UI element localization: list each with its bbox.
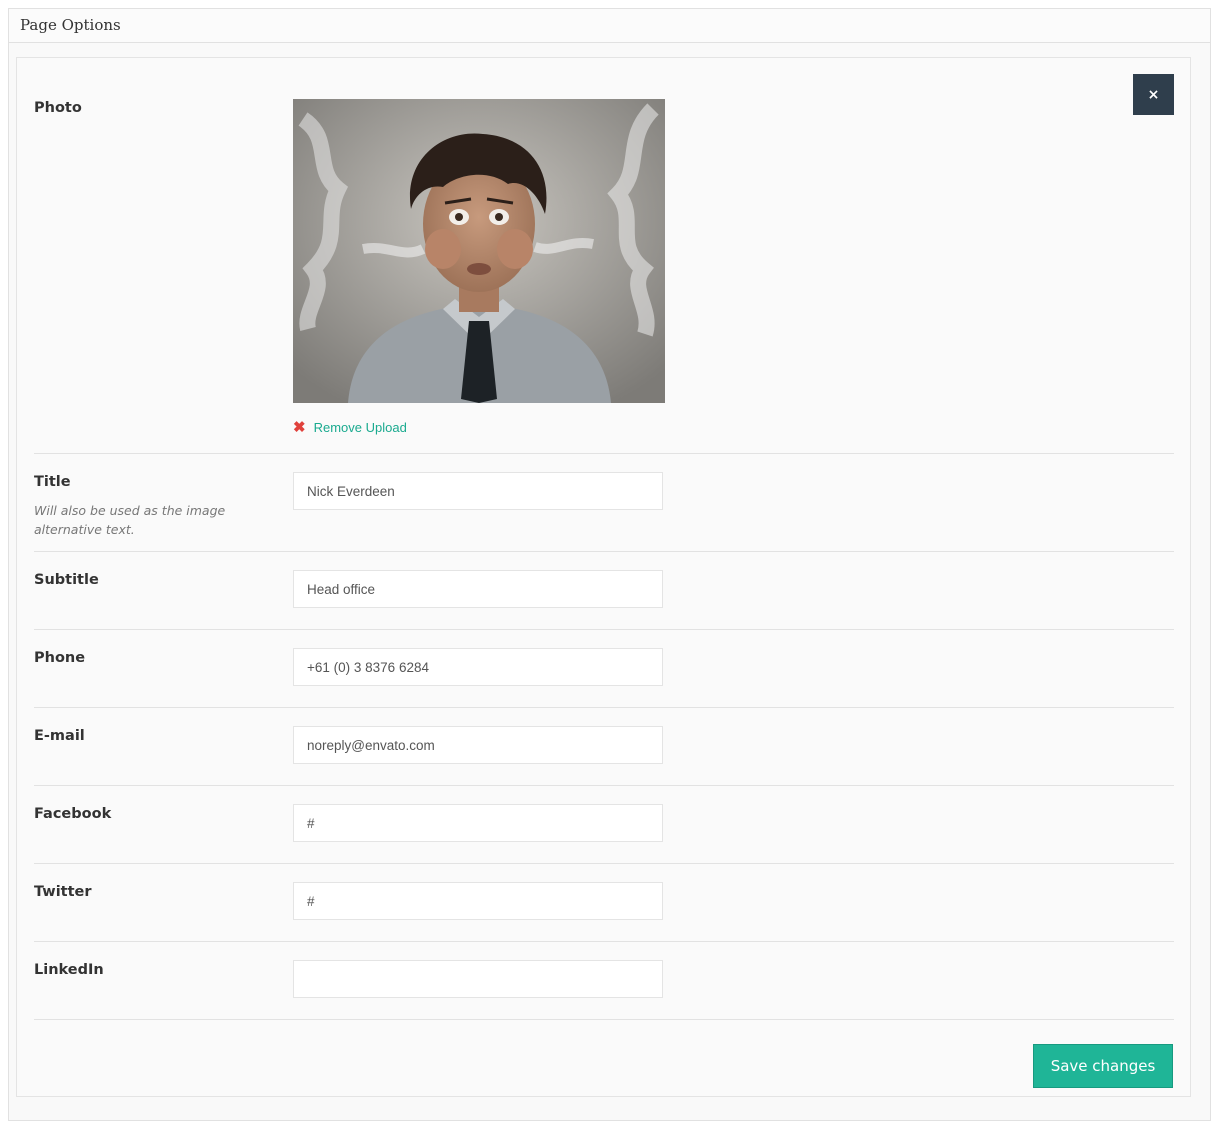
twitter-label: Twitter bbox=[34, 884, 92, 900]
photo-row: Photo ✖ Remove Upload bbox=[34, 58, 1174, 454]
options-panel: × Photo ✖ Remove Upload Title Will also … bbox=[16, 57, 1191, 1097]
subtitle-input[interactable] bbox=[293, 570, 663, 608]
metabox-title: Page Options bbox=[9, 9, 1210, 43]
photo-preview bbox=[293, 99, 665, 403]
subtitle-label: Subtitle bbox=[34, 572, 99, 588]
facebook-label: Facebook bbox=[34, 806, 112, 822]
linkedin-input[interactable] bbox=[293, 960, 663, 998]
save-changes-button[interactable]: Save changes bbox=[1033, 1044, 1173, 1088]
twitter-input[interactable] bbox=[293, 882, 663, 920]
email-row: E-mail bbox=[34, 708, 1174, 786]
remove-upload-label: Remove Upload bbox=[313, 419, 407, 435]
phone-row: Phone bbox=[34, 630, 1174, 708]
linkedin-label: LinkedIn bbox=[34, 962, 104, 978]
remove-upload-link[interactable]: ✖ Remove Upload bbox=[293, 418, 407, 436]
photo-label: Photo bbox=[34, 100, 82, 116]
title-description: Will also be used as the image alternati… bbox=[34, 503, 226, 537]
close-x-icon: ✖ bbox=[293, 419, 306, 436]
phone-input[interactable] bbox=[293, 648, 663, 686]
title-label: Title bbox=[34, 474, 71, 490]
email-label: E-mail bbox=[34, 728, 85, 744]
email-input[interactable] bbox=[293, 726, 663, 764]
title-row: Title Will also be used as the image alt… bbox=[34, 454, 1174, 552]
twitter-row: Twitter bbox=[34, 864, 1174, 942]
linkedin-row: LinkedIn bbox=[34, 942, 1174, 1020]
subtitle-row: Subtitle bbox=[34, 552, 1174, 630]
facebook-input[interactable] bbox=[293, 804, 663, 842]
phone-label: Phone bbox=[34, 650, 86, 666]
title-input[interactable] bbox=[293, 472, 663, 510]
facebook-row: Facebook bbox=[34, 786, 1174, 864]
portrait-image bbox=[293, 99, 665, 403]
